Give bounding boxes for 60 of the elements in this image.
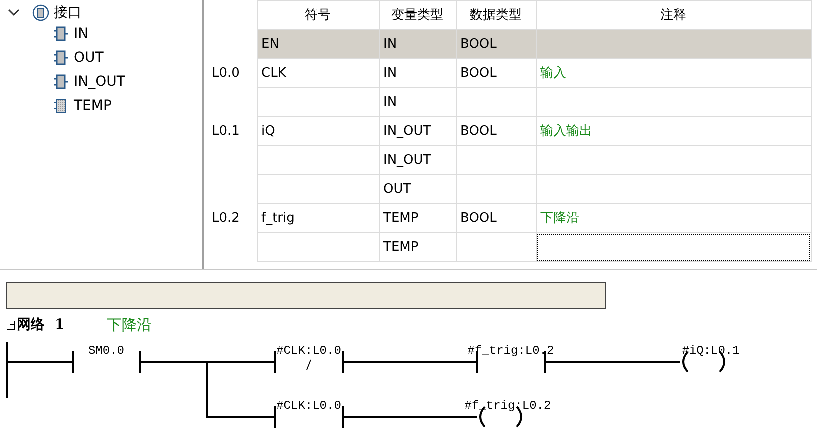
- symbol-cell[interactable]: EN: [257, 30, 379, 58]
- parameter-icon: [53, 50, 69, 66]
- comment-cell[interactable]: [536, 30, 811, 58]
- table-row[interactable]: IN: [206, 88, 811, 116]
- tree-item[interactable]: OUT: [74, 50, 104, 66]
- address-label: L0.1: [212, 124, 240, 138]
- comment-cell[interactable]: 输入: [536, 58, 811, 88]
- table-row[interactable]: IN_OUT: [206, 146, 811, 174]
- network-title: 网络: [17, 316, 45, 334]
- comment-cell[interactable]: [536, 232, 811, 262]
- parameter-icon: [53, 26, 69, 42]
- parameter-icon: [53, 74, 69, 90]
- variable-type-cell[interactable]: IN_OUT: [379, 146, 456, 174]
- address-label: L0.0: [212, 66, 240, 80]
- data-type-cell[interactable]: BOOL: [456, 30, 536, 58]
- tree-item[interactable]: IN_OUT: [74, 74, 126, 90]
- comment-cell[interactable]: [536, 146, 811, 174]
- coil-label: #iQ:L0.1: [682, 344, 740, 358]
- variable-type-cell[interactable]: IN_OUT: [379, 116, 456, 146]
- collapse-icon[interactable]: [6, 320, 15, 330]
- column-header[interactable]: 符号: [257, 0, 379, 30]
- chevron-down-icon[interactable]: [8, 9, 20, 17]
- network-comment: 下降沿: [106, 316, 152, 334]
- contact-label: #f_trig:L0.2: [468, 344, 554, 358]
- variable-type-cell[interactable]: IN: [379, 30, 456, 58]
- contact-label: SM0.0: [88, 344, 124, 358]
- tree-item[interactable]: TEMP: [74, 98, 112, 114]
- variable-type-cell[interactable]: OUT: [379, 174, 456, 204]
- temp-variable-icon: [53, 98, 69, 114]
- wire: [7, 361, 73, 363]
- column-header[interactable]: 注释: [536, 0, 811, 30]
- address-label: L0.2: [212, 210, 240, 226]
- variable-type-cell[interactable]: IN: [379, 88, 456, 116]
- variable-type-cell[interactable]: IN: [379, 58, 456, 88]
- table-row[interactable]: L0.1 iQ IN_OUT BOOL 输入输出: [206, 116, 811, 146]
- coil-label: #f_trig:L0.2: [464, 399, 552, 413]
- table-row[interactable]: TEMP: [206, 232, 811, 262]
- network-comment-field[interactable]: [6, 282, 606, 309]
- data-type-cell[interactable]: BOOL: [456, 58, 536, 88]
- variable-type-cell[interactable]: TEMP: [379, 232, 456, 262]
- interface-icon: [32, 4, 50, 22]
- symbol-cell[interactable]: f_trig: [257, 204, 379, 232]
- table-row[interactable]: L0.2 f_trig TEMP BOOL 下降沿: [206, 204, 811, 232]
- data-type-cell[interactable]: BOOL: [456, 116, 536, 146]
- comment-cell[interactable]: [536, 174, 811, 204]
- network-number: 1: [55, 317, 65, 333]
- symbol-cell[interactable]: CLK: [257, 58, 379, 88]
- symbol-cell[interactable]: iQ: [257, 116, 379, 146]
- comment-cell[interactable]: [536, 88, 811, 116]
- table-row[interactable]: L0.0 CLK IN BOOL 输入: [206, 58, 811, 88]
- data-type-cell[interactable]: BOOL: [456, 204, 536, 232]
- comment-cell[interactable]: 输入输出: [536, 116, 811, 146]
- contact-label: #CLK:L0.0: [276, 344, 342, 358]
- comment-cell[interactable]: 下降沿: [536, 204, 811, 232]
- table-row[interactable]: EN IN BOOL: [206, 30, 811, 58]
- contact-label: #CLK:L0.0: [276, 399, 342, 413]
- tree-item[interactable]: 接口: [54, 4, 82, 22]
- table-row[interactable]: OUT: [206, 174, 811, 204]
- tree-item[interactable]: IN: [74, 26, 89, 42]
- variable-type-cell[interactable]: TEMP: [379, 204, 456, 232]
